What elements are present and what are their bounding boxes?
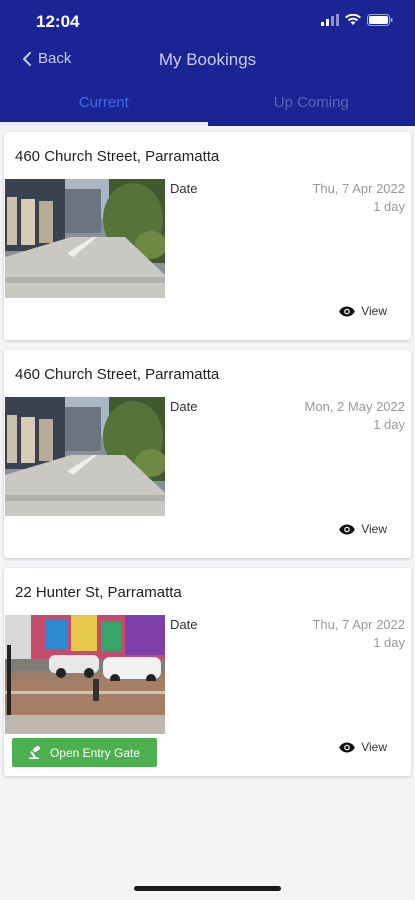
home-indicator (134, 886, 281, 891)
booking-card[interactable]: 22 Hunter St, Parramatta Date Thu, 7 Apr… (4, 568, 411, 776)
eye-icon (339, 742, 356, 752)
car-park-mural-photo (5, 615, 165, 734)
booking-address: 460 Church Street, Parramatta (15, 148, 220, 165)
tab-bar: Current Up Coming (0, 84, 415, 126)
booking-card[interactable]: 460 Church Street, Parramatta Date Mon, … (4, 350, 411, 558)
status-icons (321, 14, 393, 26)
booking-date: Thu, 7 Apr 2022 (312, 181, 405, 196)
booking-duration: 1 day (373, 635, 405, 650)
tab-upcoming[interactable]: Up Coming (208, 84, 415, 126)
date-label: Date (170, 181, 198, 196)
view-button[interactable]: View (339, 740, 387, 754)
booking-duration: 1 day (373, 199, 405, 214)
tab-current[interactable]: Current (0, 84, 208, 126)
nav-bar: Back My Bookings (0, 44, 415, 78)
eye-icon (339, 306, 356, 316)
open-entry-gate-button[interactable]: Open Entry Gate (12, 738, 157, 767)
booking-date: Mon, 2 May 2022 (304, 399, 405, 414)
gavel-icon (28, 746, 41, 759)
booking-card[interactable]: 460 Church Street, Parramatta Date Thu, … (4, 132, 411, 340)
status-time: 12:04 (36, 12, 80, 31)
bookings-list: 460 Church Street, Parramatta Date Thu, … (0, 126, 415, 900)
page-title: My Bookings (158, 50, 257, 69)
driveway-photo (5, 397, 165, 516)
view-label: View (361, 304, 387, 318)
booking-date: Thu, 7 Apr 2022 (312, 617, 405, 632)
battery-icon (367, 14, 393, 26)
view-label: View (361, 522, 387, 536)
booking-address: 22 Hunter St, Parramatta (15, 584, 182, 601)
date-label: Date (170, 617, 198, 632)
date-label: Date (170, 399, 198, 414)
booking-address: 460 Church Street, Parramatta (15, 366, 220, 383)
app-header: 12:04 Back My Bookings Current Up Coming (0, 0, 415, 126)
view-label: View (361, 740, 387, 754)
driveway-photo (5, 179, 165, 298)
view-button[interactable]: View (339, 522, 387, 536)
view-button[interactable]: View (339, 304, 387, 318)
gate-button-label: Open Entry Gate (49, 745, 141, 760)
signal-icon (321, 14, 339, 26)
wifi-icon (345, 14, 361, 25)
eye-icon (339, 524, 356, 534)
status-bar: 12:04 (0, 0, 415, 44)
booking-duration: 1 day (373, 417, 405, 432)
